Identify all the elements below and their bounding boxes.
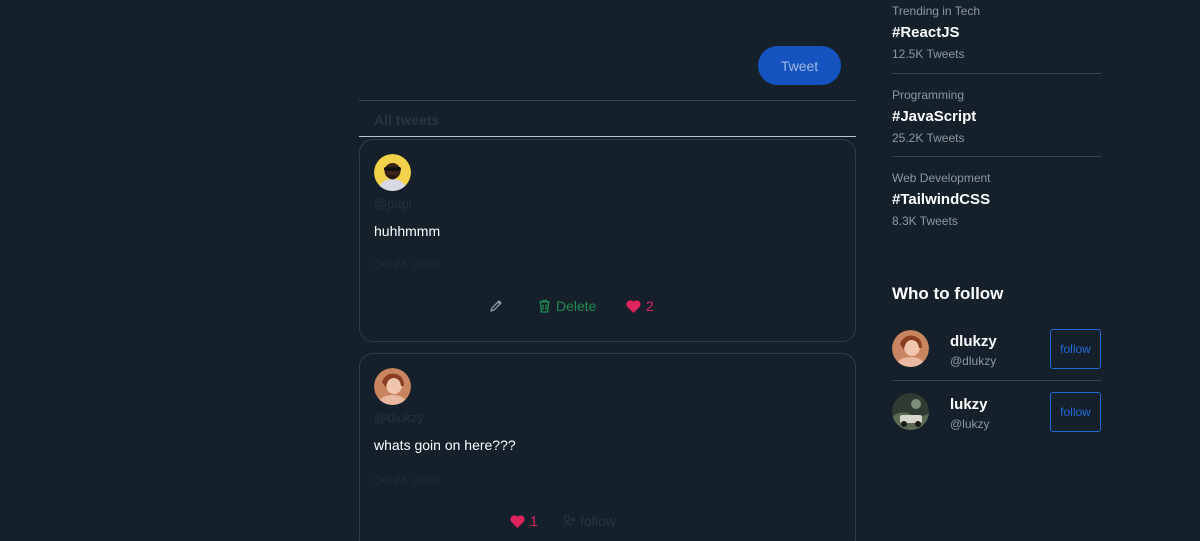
heart-icon xyxy=(626,299,641,313)
trend-count: 12.5K Tweets xyxy=(892,47,965,61)
trend-category: Web Development xyxy=(892,171,991,185)
like-count: 1 xyxy=(530,513,538,529)
avatar-lukzy-icon[interactable] xyxy=(892,393,929,430)
like-button[interactable]: 1 xyxy=(510,513,538,529)
suggestion-name[interactable]: dlukzy xyxy=(950,333,997,350)
avatar-dlukzy-icon[interactable] xyxy=(374,368,411,405)
trend-count: 8.3K Tweets xyxy=(892,214,958,228)
tab-underline xyxy=(359,136,856,137)
trend-category: Programming xyxy=(892,88,965,102)
follow-button[interactable]: follow xyxy=(1050,392,1101,432)
suggestion-divider xyxy=(892,380,1101,381)
tweet-date: Oct 24, 2020 xyxy=(374,475,437,487)
tweet-handle[interactable]: @dlukzy xyxy=(374,410,424,425)
tab-all-tweets[interactable]: All tweets xyxy=(374,112,439,128)
edit-pencil-icon[interactable] xyxy=(488,298,504,314)
trend-tag[interactable]: #TailwindCSS xyxy=(892,191,1101,208)
avatar-dlukzy-icon[interactable] xyxy=(892,330,929,367)
trash-icon xyxy=(539,299,550,313)
app-page: Tweet All tweets @papi huhhmmm Oct 24, 2… xyxy=(0,0,1200,541)
follow-label: follow xyxy=(580,513,616,529)
trend-category: Trending in Tech xyxy=(892,4,981,18)
trend-divider xyxy=(892,73,1101,74)
heart-icon xyxy=(510,514,525,528)
delete-label: Delete xyxy=(556,298,597,314)
suggestion-handle: @lukzy xyxy=(950,417,990,431)
follow-suggestion: dlukzy @dlukzy follow xyxy=(892,329,1101,369)
tweet-date: Oct 24, 2020 xyxy=(374,259,437,271)
feed-divider xyxy=(359,100,856,101)
trend-item[interactable]: Web Development #TailwindCSS 8.3K Tweets xyxy=(892,171,1101,228)
tweet-card: @dlukzy whats goin on here??? Oct 24, 20… xyxy=(359,353,856,541)
trend-tag[interactable]: #JavaScript xyxy=(892,108,1101,125)
tweet-card: @papi huhhmmm Oct 24, 2020 Delete 2 xyxy=(359,139,856,342)
like-count: 2 xyxy=(646,298,654,314)
trend-count: 25.2K Tweets xyxy=(892,131,965,145)
trend-tag[interactable]: #ReactJS xyxy=(892,24,1101,41)
tweet-handle[interactable]: @papi xyxy=(374,196,412,211)
suggestion-name[interactable]: lukzy xyxy=(950,396,988,413)
tweet-content: huhhmmm xyxy=(374,223,441,239)
tweet-button[interactable]: Tweet xyxy=(758,46,841,85)
delete-button[interactable]: Delete xyxy=(538,298,596,314)
trend-divider xyxy=(892,156,1101,157)
like-button[interactable]: 2 xyxy=(626,298,654,314)
follow-suggestion: lukzy @lukzy follow xyxy=(892,392,1101,432)
avatar-papi-icon[interactable] xyxy=(374,154,411,191)
trend-item[interactable]: Trending in Tech #ReactJS 12.5K Tweets xyxy=(892,4,1101,61)
who-to-follow-title: Who to follow xyxy=(892,284,1004,303)
tweet-content: whats goin on here??? xyxy=(374,437,516,453)
trend-item[interactable]: Programming #JavaScript 25.2K Tweets xyxy=(892,88,1101,145)
suggestion-handle: @dlukzy xyxy=(950,354,997,368)
follow-author-button[interactable]: follow xyxy=(562,513,616,529)
add-user-icon xyxy=(562,515,575,527)
follow-button[interactable]: follow xyxy=(1050,329,1101,369)
